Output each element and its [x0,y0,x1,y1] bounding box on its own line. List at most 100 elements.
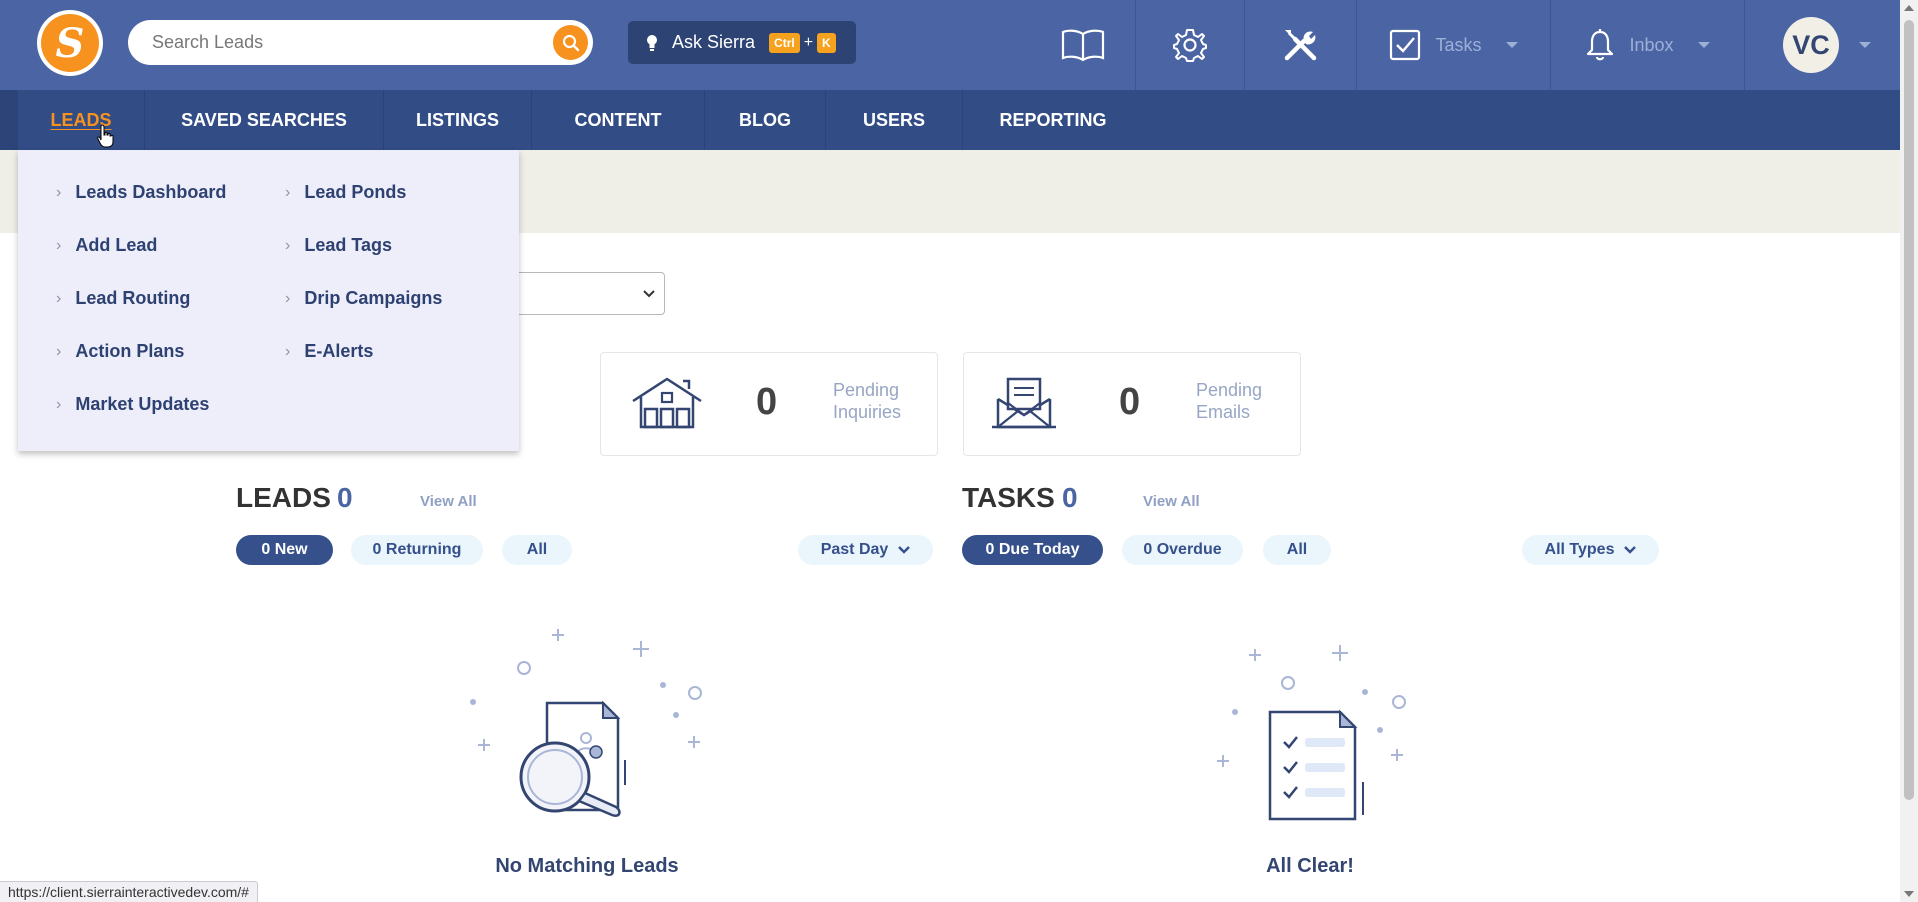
leads-period-dropdown[interactable]: Past Day [798,535,933,565]
bell-icon [1587,29,1614,61]
sierra-logo[interactable]: S [37,10,103,76]
leads-view-all-link[interactable]: View All [420,493,477,510]
ask-sierra-button[interactable]: Ask Sierra Ctrl + K [628,21,856,64]
chevron-down-icon [643,290,655,298]
nav-left-edge [0,90,18,150]
menu-item-label: Market Updates [75,394,210,414]
no-leads-message: No Matching Leads [495,855,679,877]
all-clear-illustration-icon [1217,645,1406,821]
leads-count: 0 [337,482,353,513]
all-clear-message: All Clear! [1266,855,1354,877]
menu-item-e-alerts[interactable]: › E-Alerts [285,341,373,362]
menu-item-drip-campaigns[interactable]: › Drip Campaigns [285,288,442,309]
tasks-type-dropdown[interactable]: All Types [1522,535,1659,565]
pending-emails-label: Pending Emails [1196,380,1263,422]
nav-leads[interactable]: LEADS [18,90,145,150]
avatar: VC [1783,17,1839,73]
menu-item-label: Lead Ponds [304,182,407,202]
nav-listings[interactable]: LISTINGS [384,90,532,150]
pending-inquiries-label: Pending Inquiries [833,380,902,422]
book-icon [1061,29,1104,62]
chevron-right-icon: › [56,342,62,360]
tasks-label: Tasks [1435,34,1482,55]
search-box [128,20,593,65]
pending-inquiries-card[interactable]: 0 Pending Inquiries [600,352,938,456]
user-menu[interactable]: VC [1744,0,1900,90]
house-icon [632,377,702,429]
inbox-label: Inbox [1629,34,1674,55]
chevron-right-icon: › [285,183,291,201]
page-scrollbar[interactable] [1900,0,1918,902]
chevron-right-icon: › [285,236,291,254]
kbd-k: K [817,32,836,53]
menu-item-lead-routing[interactable]: › Lead Routing [56,288,190,309]
nav-content[interactable]: CONTENT [532,90,705,150]
browser-status-url: https://client.sierrainteractivedev.com/… [0,881,258,902]
menu-item-label: Action Plans [75,341,185,361]
menu-item-leads-dashboard[interactable]: › Leads Dashboard [56,182,226,203]
nav-blog[interactable]: BLOG [705,90,826,150]
kbd-plus: + [803,33,814,51]
lightbulb-icon [646,34,658,52]
leads-period-label: Past Day [820,541,889,558]
menu-item-market-updates[interactable]: › Market Updates [56,394,209,415]
chevron-right-icon: › [56,183,62,201]
search-button[interactable] [553,25,588,60]
tools-icon [1284,30,1316,61]
menu-item-action-plans[interactable]: › Action Plans [56,341,184,362]
leads-filter-new[interactable]: 0 New [236,535,333,565]
chevron-right-icon: › [285,342,291,360]
hand-cursor-icon [97,124,114,148]
tasks-filter-overdue[interactable]: 0 Overdue [1122,535,1243,565]
nav-reporting[interactable]: REPORTING [963,90,1143,150]
tasks-count: 0 [1062,482,1078,513]
tasks-view-all-link[interactable]: View All [1143,493,1200,510]
chevron-right-icon: › [56,289,62,307]
help-book-button[interactable] [1030,0,1135,90]
tasks-menu[interactable]: Tasks [1356,0,1550,90]
ask-sierra-label: Ask Sierra [672,32,756,52]
main-nav: LEADS SAVED SEARCHES LISTINGS CONTENT BL… [0,90,1900,150]
nav-saved-searches[interactable]: SAVED SEARCHES [145,90,384,150]
tools-button[interactable] [1244,0,1356,90]
scroll-down-arrow-icon[interactable] [1904,891,1914,897]
scrollbar-thumb[interactable] [1904,20,1914,800]
menu-item-label: E-Alerts [304,341,374,361]
nav-users[interactable]: USERS [826,90,963,150]
envelope-icon [992,377,1056,429]
logo-letter: S [41,14,99,72]
menu-item-add-lead[interactable]: › Add Lead [56,235,157,256]
leads-filter-all[interactable]: All [502,535,572,565]
leads-filter-returning[interactable]: 0 Returning [351,535,483,565]
leads-section-title: LEADS [236,482,331,513]
menu-item-lead-ponds[interactable]: › Lead Ponds [285,182,406,203]
gear-icon [1173,29,1207,62]
tasks-type-label: All Types [1544,541,1615,558]
inbox-menu[interactable]: Inbox [1550,0,1744,90]
chevron-down-icon [1697,42,1710,48]
pending-inquiries-count: 0 [756,381,778,423]
chevron-right-icon: › [56,236,62,254]
chevron-down-icon [898,545,911,555]
pending-emails-card[interactable]: 0 Pending Emails [963,352,1301,456]
checkbox-icon [1390,29,1421,61]
menu-item-label: Drip Campaigns [304,288,443,308]
tasks-filter-all[interactable]: All [1263,535,1331,565]
chevron-right-icon: › [56,395,62,413]
chevron-down-icon [1624,545,1637,555]
top-bar: S Ask Sierra Ctrl + K [0,0,1900,90]
leads-dropdown-menu: › Leads Dashboard › Add Lead › Lead Rout… [18,150,519,451]
chevron-down-icon [1859,42,1871,48]
scroll-up-arrow-icon[interactable] [1904,5,1914,11]
no-leads-illustration-icon [470,629,702,817]
search-input[interactable] [152,20,552,65]
menu-item-label: Lead Tags [304,235,393,255]
pending-emails-count: 0 [1119,381,1141,423]
menu-item-lead-tags[interactable]: › Lead Tags [285,235,392,256]
menu-item-label: Lead Routing [75,288,191,308]
settings-button[interactable] [1135,0,1244,90]
search-icon [562,34,579,51]
tasks-section-title: TASKS [962,482,1055,513]
kbd-ctrl: Ctrl [769,32,800,53]
tasks-filter-due-today[interactable]: 0 Due Today [962,535,1103,565]
